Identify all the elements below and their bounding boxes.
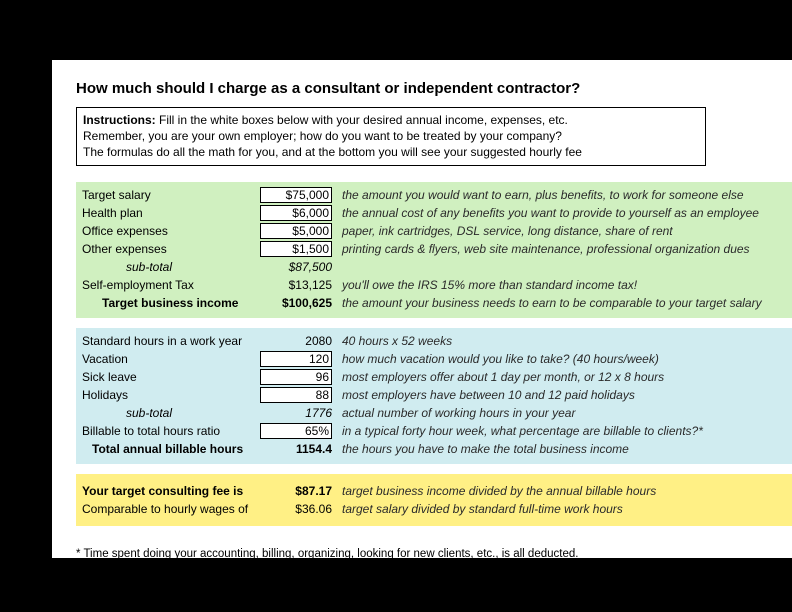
desc: printing cards & flyers, web site mainte…: [342, 240, 792, 258]
label: Self-employment Tax: [76, 276, 260, 294]
label: sub-total: [76, 404, 260, 422]
row-holidays: Holidays most employers have between 10 …: [76, 386, 792, 404]
row-office-expenses: Office expenses paper, ink cartridges, D…: [76, 222, 792, 240]
office-expenses-input[interactable]: [260, 223, 332, 239]
result-section: Your target consulting fee is $87.17 tar…: [76, 474, 792, 526]
desc: target business income divided by the an…: [342, 482, 792, 500]
desc: paper, ink cartridges, DSL service, long…: [342, 222, 792, 240]
desc: the amount your business needs to earn t…: [342, 294, 792, 312]
instructions-box: Instructions: Fill in the white boxes be…: [76, 107, 706, 166]
row-standard-hours: Standard hours in a work year 2080 40 ho…: [76, 332, 792, 350]
row-income-subtotal: sub-total $87,500: [76, 258, 792, 276]
row-comparable-wage: Comparable to hourly wages of $36.06 tar…: [76, 500, 792, 518]
hours-section: Standard hours in a work year 2080 40 ho…: [76, 328, 792, 464]
sick-leave-input[interactable]: [260, 369, 332, 385]
label: Health plan: [76, 204, 260, 222]
row-vacation: Vacation how much vacation would you lik…: [76, 350, 792, 368]
desc: you'll owe the IRS 15% more than standar…: [342, 276, 792, 294]
hours-subtotal-value: 1776: [260, 404, 334, 422]
label: Billable to total hours ratio: [76, 422, 260, 440]
vacation-input[interactable]: [260, 351, 332, 367]
target-fee-value: $87.17: [260, 482, 334, 500]
page-title: How much should I charge as a consultant…: [76, 80, 768, 97]
label: Comparable to hourly wages of: [76, 500, 260, 518]
instructions-bold: Instructions:: [83, 113, 156, 127]
desc: the hours you have to make the total bus…: [342, 440, 792, 458]
target-salary-input[interactable]: [260, 187, 332, 203]
label: Target salary: [76, 186, 260, 204]
row-target-salary: Target salary the amount you would want …: [76, 186, 792, 204]
worksheet-page: How much should I charge as a consultant…: [52, 60, 792, 558]
income-section: Target salary the amount you would want …: [76, 182, 792, 318]
instructions-line3: The formulas do all the math for you, an…: [83, 145, 582, 159]
label: Your target consulting fee is: [76, 482, 260, 500]
desc: most employers have between 10 and 12 pa…: [342, 386, 792, 404]
label: Total annual billable hours: [76, 440, 260, 458]
label: Office expenses: [76, 222, 260, 240]
desc: most employers offer about 1 day per mon…: [342, 368, 792, 386]
desc: how much vacation would you like to take…: [342, 350, 792, 368]
row-health-plan: Health plan the annual cost of any benef…: [76, 204, 792, 222]
row-total-billable-hours: Total annual billable hours 1154.4 the h…: [76, 440, 792, 458]
row-target-fee: Your target consulting fee is $87.17 tar…: [76, 482, 792, 500]
desc: the amount you would want to earn, plus …: [342, 186, 792, 204]
row-hours-subtotal: sub-total 1776 actual number of working …: [76, 404, 792, 422]
standard-hours-value: 2080: [260, 332, 334, 350]
footnote-line1: * Time spent doing your accounting, bill…: [76, 548, 578, 558]
comparable-wage-value: $36.06: [260, 500, 334, 518]
income-subtotal-value: $87,500: [260, 258, 334, 276]
se-tax-value: $13,125: [260, 276, 334, 294]
desc: 40 hours x 52 weeks: [342, 332, 792, 350]
row-se-tax: Self-employment Tax $13,125 you'll owe t…: [76, 276, 792, 294]
label: Vacation: [76, 350, 260, 368]
desc: target salary divided by standard full-t…: [342, 500, 792, 518]
label: sub-total: [76, 258, 260, 276]
label: Target business income: [76, 294, 260, 312]
row-other-expenses: Other expenses printing cards & flyers, …: [76, 240, 792, 258]
row-target-business-income: Target business income $100,625 the amou…: [76, 294, 792, 312]
other-expenses-input[interactable]: [260, 241, 332, 257]
desc: the annual cost of any benefits you want…: [342, 204, 792, 222]
label: Other expenses: [76, 240, 260, 258]
target-business-income-value: $100,625: [260, 294, 334, 312]
row-billable-ratio: Billable to total hours ratio in a typic…: [76, 422, 792, 440]
label: Sick leave: [76, 368, 260, 386]
footnote: * Time spent doing your accounting, bill…: [76, 540, 768, 558]
holidays-input[interactable]: [260, 387, 332, 403]
instructions-line2: Remember, you are your own employer; how…: [83, 129, 562, 143]
instructions-line1: Fill in the white boxes below with your …: [156, 113, 568, 127]
desc: in a typical forty hour week, what perce…: [342, 422, 792, 440]
label: Standard hours in a work year: [76, 332, 260, 350]
label: Holidays: [76, 386, 260, 404]
billable-ratio-input[interactable]: [260, 423, 332, 439]
total-billable-hours-value: 1154.4: [260, 440, 334, 458]
row-sick-leave: Sick leave most employers offer about 1 …: [76, 368, 792, 386]
desc: actual number of working hours in your y…: [342, 404, 792, 422]
health-plan-input[interactable]: [260, 205, 332, 221]
